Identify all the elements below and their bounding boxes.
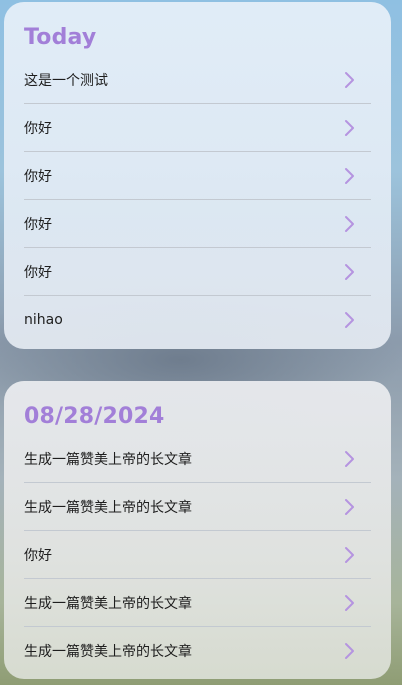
chevron-right-icon bbox=[343, 642, 357, 660]
chevron-right-icon bbox=[343, 167, 357, 185]
history-item[interactable]: 生成一篇赞美上帝的长文章 bbox=[24, 483, 371, 531]
history-section-date: 08/28/2024 生成一篇赞美上帝的长文章 生成一篇赞美上帝的长文章 你好 … bbox=[4, 381, 391, 679]
history-item-label: 生成一篇赞美上帝的长文章 bbox=[24, 595, 192, 612]
chevron-right-icon bbox=[343, 215, 357, 233]
chevron-right-icon bbox=[343, 71, 357, 89]
history-item[interactable]: 你好 bbox=[24, 152, 371, 200]
history-item-label: 你好 bbox=[24, 547, 52, 564]
history-item-label: 生成一篇赞美上帝的长文章 bbox=[24, 644, 192, 660]
chevron-right-icon bbox=[343, 311, 357, 329]
history-item[interactable]: 生成一篇赞美上帝的长文章 bbox=[24, 435, 371, 483]
chevron-right-icon bbox=[343, 498, 357, 516]
history-item[interactable]: 生成一篇赞美上帝的长文章 bbox=[24, 627, 371, 675]
section-title: 08/28/2024 bbox=[24, 404, 165, 429]
history-item[interactable]: 你好 bbox=[24, 531, 371, 579]
chevron-right-icon bbox=[343, 546, 357, 564]
history-item[interactable]: 你好 bbox=[24, 104, 371, 152]
history-item-label: 你好 bbox=[24, 264, 52, 281]
chevron-right-icon bbox=[343, 450, 357, 468]
history-item[interactable]: 你好 bbox=[24, 200, 371, 248]
history-item[interactable]: 生成一篇赞美上帝的长文章 bbox=[24, 579, 371, 627]
history-item-label: 你好 bbox=[24, 120, 52, 137]
history-list: 生成一篇赞美上帝的长文章 生成一篇赞美上帝的长文章 你好 生成一篇赞美上帝的长文… bbox=[24, 435, 371, 675]
history-item[interactable]: 你好 bbox=[24, 248, 371, 296]
history-item-label: 生成一篇赞美上帝的长文章 bbox=[24, 451, 192, 468]
history-item-label: 这是一个测试 bbox=[24, 72, 108, 89]
section-title: Today bbox=[24, 25, 97, 50]
history-item-label: 你好 bbox=[24, 168, 52, 185]
history-item-label: nihao bbox=[24, 312, 63, 328]
history-item[interactable]: 这是一个测试 bbox=[24, 56, 371, 104]
history-item-label: 生成一篇赞美上帝的长文章 bbox=[24, 499, 192, 516]
history-item-label: 你好 bbox=[24, 216, 52, 233]
chevron-right-icon bbox=[343, 594, 357, 612]
chevron-right-icon bbox=[343, 119, 357, 137]
history-section-today: Today 这是一个测试 你好 你好 你好 你好 nihao bbox=[4, 2, 391, 349]
chevron-right-icon bbox=[343, 263, 357, 281]
history-item[interactable]: nihao bbox=[24, 296, 371, 344]
history-list: 这是一个测试 你好 你好 你好 你好 nihao bbox=[24, 56, 371, 344]
